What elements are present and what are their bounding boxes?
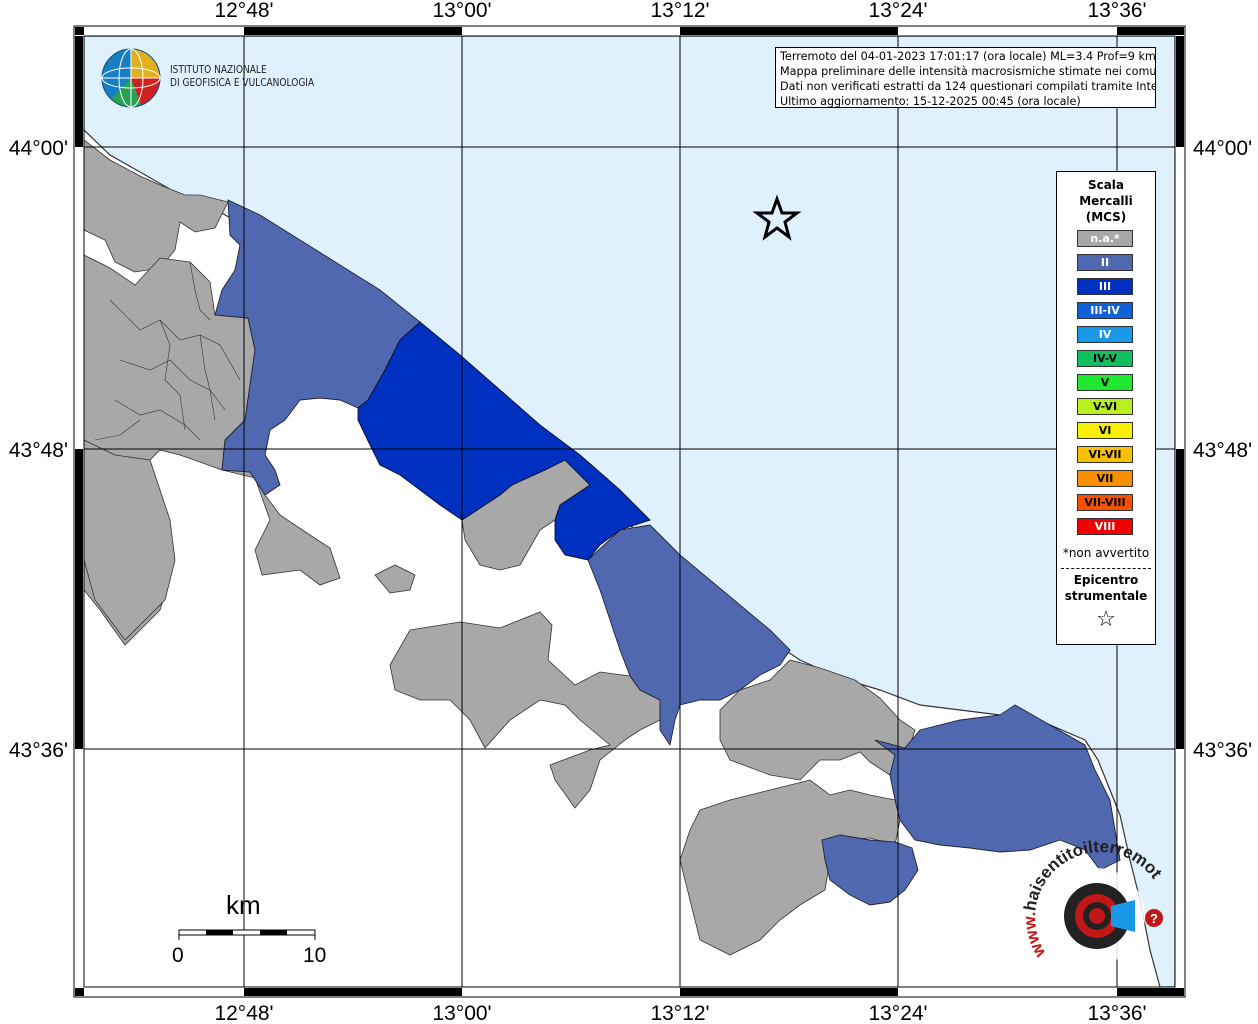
legend-swatch: II [1077, 254, 1133, 271]
event-info-line1: Terremoto del 04-01-2023 17:01:17 (ora l… [780, 50, 1156, 63]
latitude-labels-left: 44°00' 43°48' 43°36' [9, 137, 68, 762]
legend-swatch: III-IV [1077, 302, 1133, 319]
ingv-logo-text: ISTITUTO NAZIONALE DI GEOFISICA E VULCAN… [170, 63, 314, 89]
legend-swatch: VII-VIII [1077, 494, 1133, 511]
legend-title-line2: Mercalli [1079, 194, 1133, 208]
lon-label: 13°12' [650, 0, 709, 22]
lat-label: 43°48' [1193, 439, 1252, 462]
lat-label: 44°00' [9, 137, 68, 160]
legend-swatch: V [1077, 374, 1133, 391]
legend-swatch: IV-V [1077, 350, 1133, 367]
lat-label: 43°36' [9, 739, 68, 762]
scale-start: 0 [172, 944, 184, 967]
lon-label: 12°48' [214, 0, 273, 22]
legend-epicenter-line1: Epicentro [1073, 573, 1139, 587]
legend-epicenter-line2: strumentale [1064, 589, 1148, 603]
legend-swatch: V-VI [1077, 398, 1133, 415]
legend-title: Scala Mercalli (MCS) [1057, 177, 1155, 225]
legend-title-line1: Scala [1087, 178, 1125, 192]
intensity-legend: Scala Mercalli (MCS) n.a.* II III III-IV IV I… [1056, 171, 1156, 645]
event-info-line2: Mappa preliminare delle intensità macros… [780, 65, 1156, 78]
legend-swatch: III [1077, 278, 1133, 295]
event-info-line4: Ultimo aggiornamento: 15-12-2025 00:45 (… [780, 95, 1081, 108]
scale-end: 10 [303, 944, 327, 967]
legend-note: *non avvertito [1062, 546, 1150, 560]
longitude-labels-bottom: 12°48' 13°00' 13°12' 13°24' 13°36' [214, 1002, 1146, 1024]
legend-title-line3: (MCS) [1085, 210, 1127, 224]
legend-swatch: VIII [1077, 518, 1133, 535]
lat-label: 44°00' [1193, 137, 1252, 160]
legend-swatch: VI [1077, 422, 1133, 439]
logo-line1: ISTITUTO NAZIONALE [170, 63, 267, 76]
lon-label: 13°36' [1087, 1002, 1146, 1024]
logo-line2: DI GEOFISICA E VULCANOLOGIA [170, 76, 315, 89]
lon-label: 13°00' [432, 1002, 491, 1024]
legend-divider [1061, 568, 1151, 569]
legend-swatch: IV [1077, 326, 1133, 343]
latitude-labels-right: 44°00' 43°48' 43°36' [1193, 137, 1252, 762]
lat-label: 43°36' [1193, 739, 1252, 762]
lon-label: 13°12' [650, 1002, 709, 1024]
legend-swatch: VII [1077, 470, 1133, 487]
legend-epicenter-label: Epicentro strumentale [1057, 572, 1155, 604]
lat-label: 43°48' [9, 439, 68, 462]
legend-swatch: VI-VII [1077, 446, 1133, 463]
lon-label: 13°24' [868, 0, 927, 22]
event-info-box: Terremoto del 04-01-2023 17:01:17 (ora l… [775, 47, 1156, 108]
lon-label: 13°36' [1087, 0, 1146, 22]
legend-swatch: n.a.* [1077, 230, 1133, 247]
help-icon: ? [1150, 911, 1158, 926]
scale-unit: km [226, 890, 261, 920]
ingv-logo-globe-icon [101, 48, 161, 108]
lon-label: 12°48' [214, 1002, 273, 1024]
event-info-line3: Dati non verificati estratti da 124 ques… [780, 80, 1156, 93]
lon-label: 13°24' [868, 1002, 927, 1024]
epicenter-star-icon: ☆ [1096, 607, 1116, 632]
longitude-labels-top: 12°48' 13°00' 13°12' 13°24' 13°36' [214, 0, 1146, 22]
lon-label: 13°00' [432, 0, 491, 22]
